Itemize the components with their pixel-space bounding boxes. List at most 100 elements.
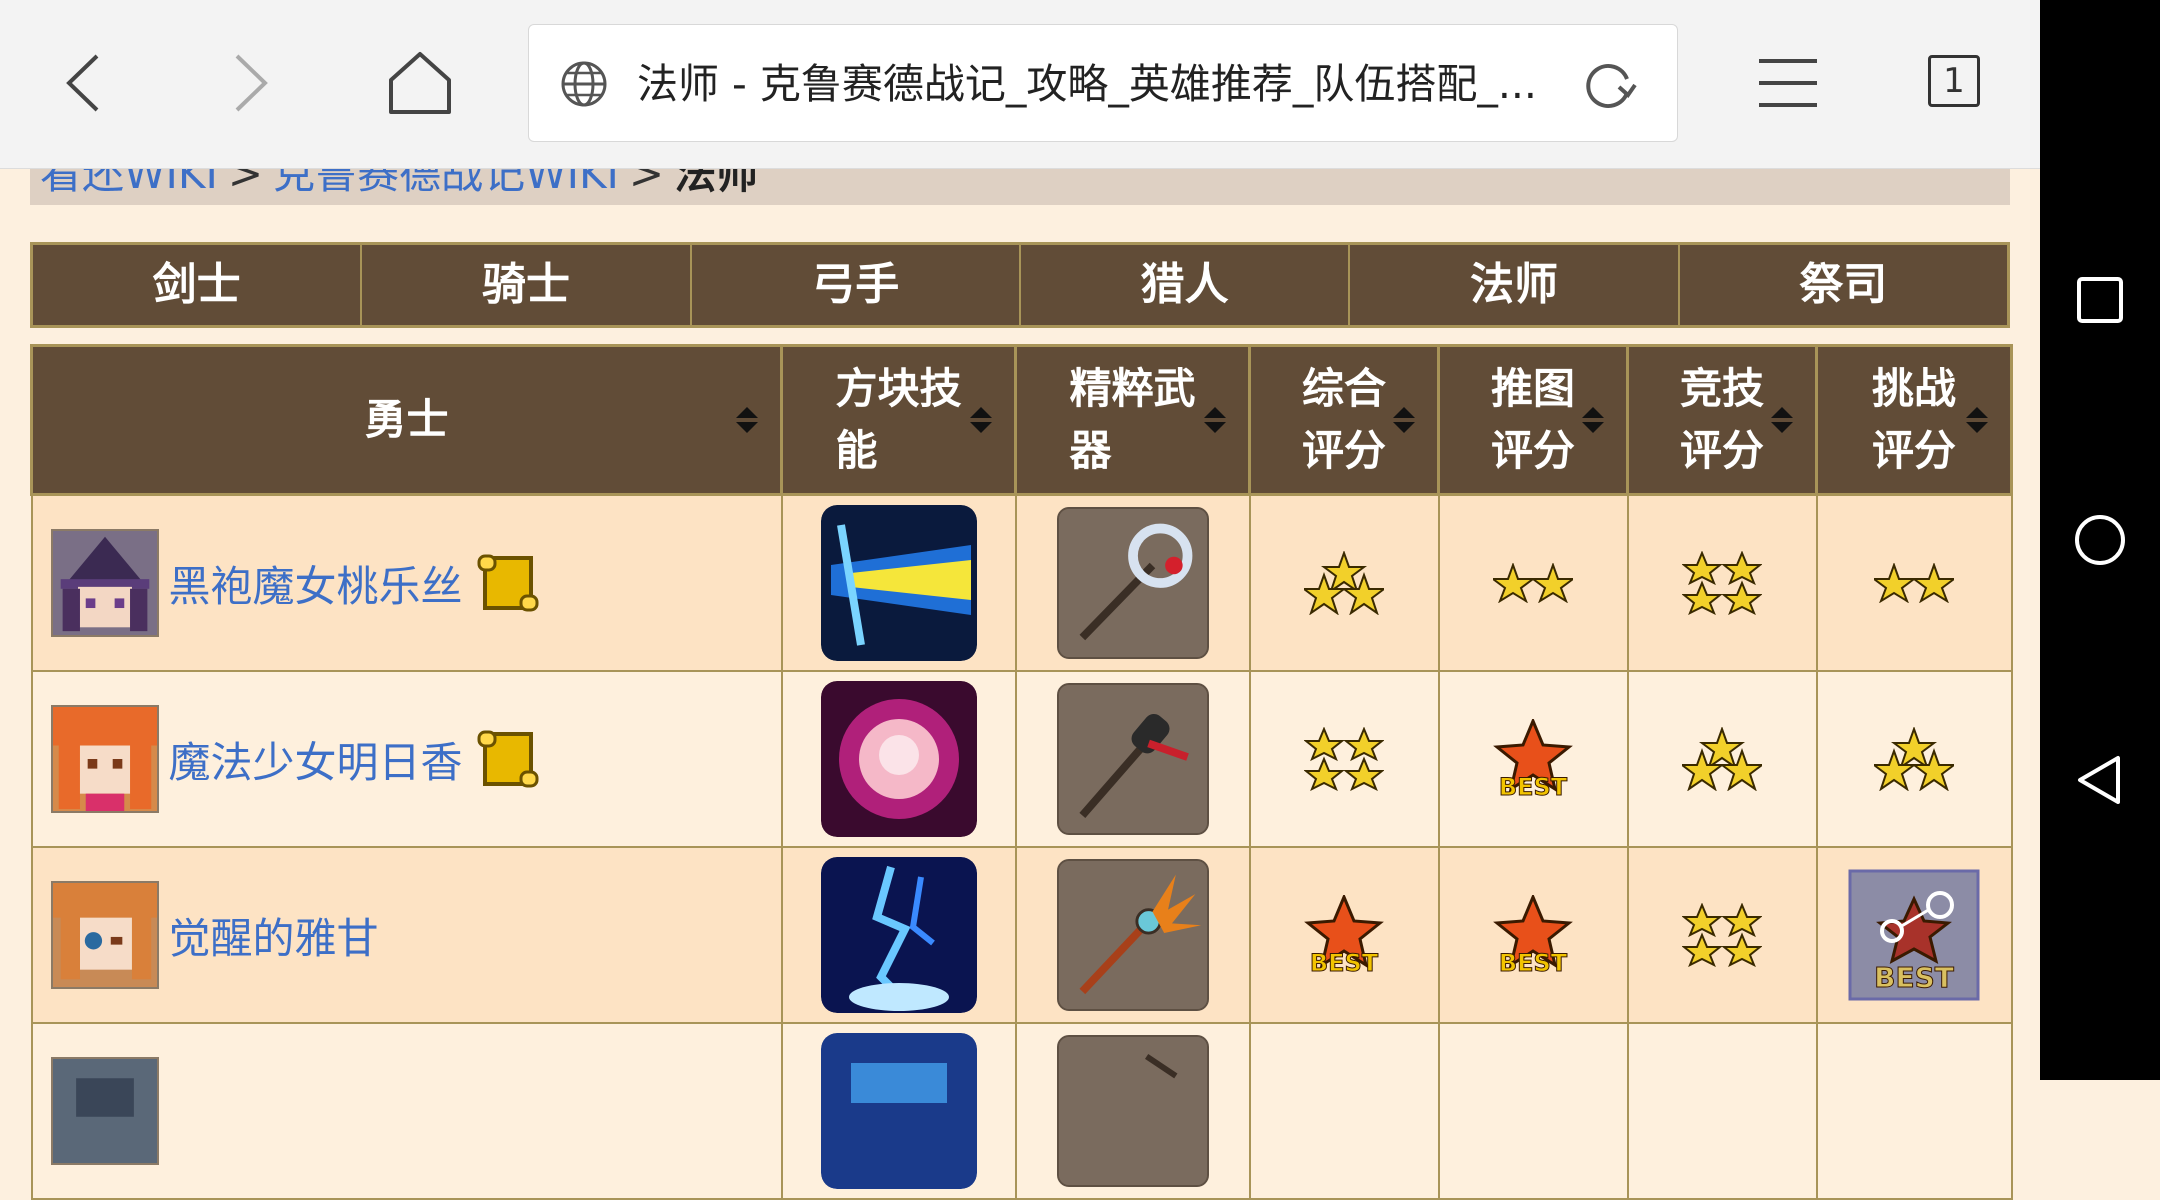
hero-avatar-dorothy[interactable]	[50, 529, 159, 637]
back-arrow-icon	[66, 54, 99, 112]
recent-apps-icon[interactable]	[2070, 270, 2130, 330]
sort-icon[interactable]	[1580, 405, 1606, 435]
skill-icon-lightning[interactable]	[820, 857, 977, 1013]
push-rating-cell: BEST	[1437, 846, 1629, 1024]
challenge-rating-cell	[1815, 493, 2013, 672]
skill-cell	[780, 670, 1017, 848]
header-label: 评分	[1301, 426, 1386, 475]
arena-rating-cell	[1626, 670, 1818, 848]
header-label: 竞技	[1679, 364, 1764, 413]
tab-wizard[interactable]: 法师	[1350, 245, 1680, 325]
header-label: 评分	[1679, 426, 1764, 475]
stars-2-icon	[1874, 563, 1954, 603]
arena-rating-cell	[1626, 493, 1818, 672]
reload-icon[interactable]	[1581, 57, 1637, 113]
push-rating-cell: BEST	[1437, 670, 1629, 848]
class-tabs: 剑士 骑士 弓手 猎人 法师 祭司	[30, 242, 2010, 328]
hero-table: 勇士 方块技能 精粹武器 综合 评分 推图 评分 竞技 评分 挑战 评分 黑袍魔…	[30, 344, 2013, 1200]
address-bar[interactable]: 法师 - 克鲁赛德战记_攻略_英雄推荐_队伍搭配_...	[528, 24, 1678, 142]
tab-hunter[interactable]: 猎人	[1021, 245, 1351, 325]
challenge-rating-cell	[1815, 670, 2013, 848]
sort-icon[interactable]	[1769, 405, 1795, 435]
browser-toolbar: 法师 - 克鲁赛德战记_攻略_英雄推荐_队伍搭配_... 1	[0, 0, 2040, 169]
best-label: BEST	[1499, 949, 1568, 975]
weapon-cell	[1014, 846, 1251, 1024]
best-label: BEST	[1499, 773, 1568, 799]
header-label: 挑战	[1871, 364, 1956, 413]
header-block-skill[interactable]: 方块技能	[780, 344, 1017, 496]
globe-icon	[561, 61, 607, 107]
best-label: BEST	[1874, 961, 1954, 994]
skill-cell	[780, 493, 1017, 672]
header-label: 推图	[1490, 364, 1575, 413]
push-rating-cell	[1437, 493, 1629, 672]
home-button[interactable]	[377, 40, 463, 126]
skill-cell	[780, 846, 1017, 1024]
skill-icon-beam[interactable]	[820, 505, 977, 661]
home-icon	[389, 52, 451, 114]
challenge-rating-cell	[1815, 1022, 2013, 1200]
arena-rating-cell	[1626, 846, 1818, 1024]
sort-icon[interactable]	[734, 405, 760, 435]
tab-count-button[interactable]: 1	[1928, 55, 1980, 107]
scroll-icon	[477, 730, 539, 788]
weapon-cell	[1014, 493, 1251, 672]
hero-cell	[30, 1022, 783, 1200]
tab-archer[interactable]: 弓手	[692, 245, 1021, 325]
sort-icon[interactable]	[968, 405, 994, 435]
header-weapon[interactable]: 精粹武器	[1014, 344, 1251, 496]
weapon-icon-wing-staff[interactable]	[1056, 859, 1209, 1011]
home-circle-icon[interactable]	[2070, 510, 2130, 570]
header-push-rating[interactable]: 推图 评分	[1437, 344, 1629, 496]
header-label: 方块技	[835, 364, 962, 413]
header-overall-rating[interactable]: 综合 评分	[1248, 344, 1440, 496]
header-hero[interactable]: 勇士	[30, 344, 783, 496]
back-button[interactable]	[40, 40, 126, 126]
skill-cell	[780, 1022, 1017, 1200]
challenge-rating-cell: BEST	[1815, 846, 2013, 1024]
sort-icon[interactable]	[1391, 405, 1417, 435]
tab-priest[interactable]: 祭司	[1680, 245, 2007, 325]
hero-avatar-yagan[interactable]	[50, 881, 159, 989]
tab-knight[interactable]: 骑士	[362, 245, 692, 325]
weapon-icon-mic-staff[interactable]	[1056, 683, 1209, 835]
hero-cell: 黑袍魔女桃乐丝	[30, 493, 783, 672]
arena-rating-cell	[1626, 1022, 1818, 1200]
stars-2-icon	[1493, 563, 1573, 603]
hamburger-menu-icon	[1759, 59, 1817, 107]
stars-3-icon	[1874, 727, 1954, 791]
hero-name-link[interactable]: 黑袍魔女桃乐丝	[169, 553, 463, 614]
skill-icon[interactable]	[820, 1033, 977, 1189]
menu-button[interactable]	[1745, 40, 1831, 126]
tab-swordsman[interactable]: 剑士	[33, 245, 363, 325]
forward-arrow-icon	[235, 54, 268, 112]
header-label: 评分	[1490, 426, 1575, 475]
push-rating-cell	[1437, 1022, 1629, 1200]
hero-avatar-asuka[interactable]	[50, 705, 159, 813]
forward-button[interactable]	[208, 40, 294, 126]
overall-rating-cell	[1248, 493, 1440, 672]
sort-icon[interactable]	[1202, 405, 1228, 435]
header-challenge-rating[interactable]: 挑战 评分	[1815, 344, 2013, 496]
table-row: 觉醒的雅甘 BEST BEST BEST	[30, 846, 2013, 1024]
weapon-icon-staff[interactable]	[1056, 507, 1209, 659]
overall-rating-cell	[1248, 1022, 1440, 1200]
sort-icon[interactable]	[1964, 405, 1990, 435]
page-title-text[interactable]: 法师 - 克鲁赛德战记_攻略_英雄推荐_队伍搭配_...	[637, 25, 1557, 143]
weapon-cell	[1014, 1022, 1251, 1200]
skill-icon-heart[interactable]	[820, 681, 977, 837]
best-badge-selected-icon: BEST	[1848, 869, 1980, 1001]
best-badge-icon: BEST	[1493, 895, 1573, 975]
scroll-icon	[477, 554, 539, 612]
hero-cell: 觉醒的雅甘	[30, 846, 783, 1024]
system-nav-bar	[2040, 0, 2160, 1080]
best-badge-icon: BEST	[1493, 719, 1573, 799]
weapon-icon[interactable]	[1056, 1035, 1209, 1187]
header-arena-rating[interactable]: 竞技 评分	[1626, 344, 1818, 496]
hero-name-link[interactable]: 觉醒的雅甘	[169, 905, 379, 966]
hero-name-link[interactable]: 魔法少女明日香	[169, 729, 463, 790]
hero-avatar[interactable]	[50, 1057, 159, 1165]
back-triangle-icon[interactable]	[2070, 750, 2130, 810]
table-row	[30, 1022, 2013, 1200]
best-badge-icon: BEST	[1304, 895, 1384, 975]
